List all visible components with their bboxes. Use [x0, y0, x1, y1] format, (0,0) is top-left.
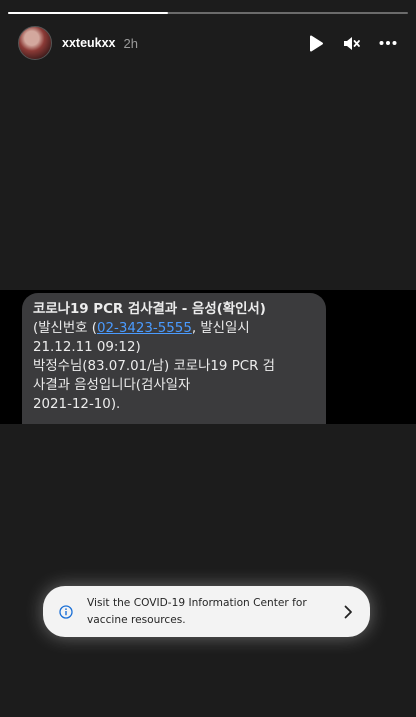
- covid-info-banner[interactable]: Visit the COVID-19 Information Center fo…: [43, 586, 370, 637]
- body-line-1: 박정수님(83.07.01/남) 코로나19 PCR 검: [33, 359, 276, 374]
- play-button[interactable]: [306, 33, 326, 53]
- play-icon: [310, 35, 323, 51]
- banner-line-2: vaccine resources.: [87, 613, 186, 626]
- message-title: 코로나19 PCR 검사결과 - 음성(확인서): [33, 302, 266, 317]
- sms-message-text: 코로나19 PCR 검사결과 - 음성(확인서) (발신번호 (02-3423-…: [33, 300, 316, 414]
- send-datetime: 21.12.11 09:12): [33, 340, 141, 355]
- sender-suffix: , 발신일시: [191, 321, 250, 336]
- story-viewer[interactable]: xxteukxx 2h 코로나19 PCR 검사결과 - 음성(확인서) (발신…: [0, 0, 416, 717]
- chevron-right-icon: [344, 605, 352, 618]
- more-options-button[interactable]: [378, 33, 398, 53]
- story-progress-fill: [8, 12, 168, 14]
- body-line-3: 2021-12-10).: [33, 397, 121, 412]
- username[interactable]: xxteukxx: [62, 36, 116, 50]
- story-progress-bar: [8, 12, 408, 14]
- sender-prefix: (발신번호 (: [33, 321, 97, 336]
- mute-button[interactable]: [342, 33, 362, 53]
- mute-icon: [344, 36, 360, 50]
- story-image: 코로나19 PCR 검사결과 - 음성(확인서) (발신번호 (02-3423-…: [0, 290, 416, 424]
- sms-message-bubble: 코로나19 PCR 검사결과 - 음성(확인서) (발신번호 (02-3423-…: [22, 293, 326, 424]
- info-icon: [59, 604, 73, 619]
- post-time: 2h: [123, 35, 138, 51]
- body-line-2: 사결과 음성입니다(검사일자: [33, 378, 191, 393]
- story-header: xxteukxx 2h: [18, 26, 398, 60]
- banner-text: Visit the COVID-19 Information Center fo…: [87, 595, 327, 629]
- more-options-icon: [379, 41, 397, 45]
- banner-line-1: Visit the COVID-19 Information Center fo…: [87, 596, 307, 609]
- avatar[interactable]: [18, 26, 52, 60]
- phone-link[interactable]: 02-3423-5555: [97, 321, 192, 336]
- story-controls: [306, 33, 398, 53]
